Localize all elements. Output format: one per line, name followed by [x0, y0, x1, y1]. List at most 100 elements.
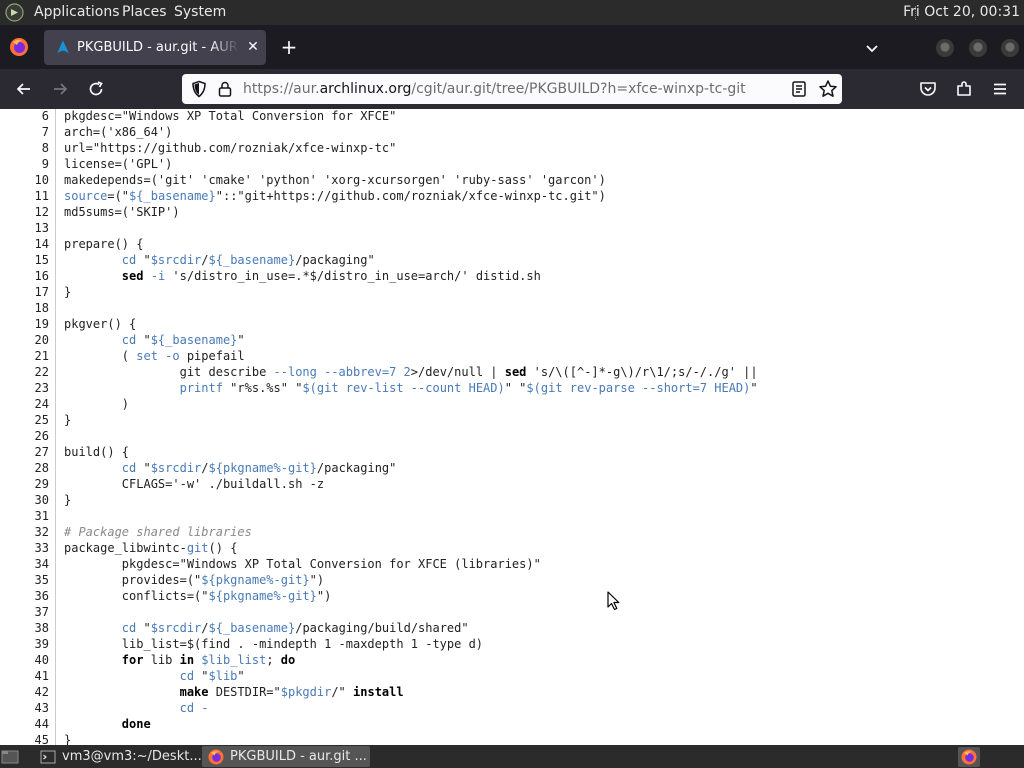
applications-menu[interactable]: Applications: [34, 4, 120, 21]
line-number[interactable]: 12: [0, 204, 49, 220]
line-number[interactable]: 27: [0, 444, 49, 460]
close-tab-icon[interactable]: ✕: [244, 38, 262, 56]
code-line: 35 provides=("${pkgname%-git}"): [0, 572, 1024, 588]
url-bar[interactable]: https://aur.archlinux.org/cgit/aur.git/t…: [182, 74, 842, 104]
line-number[interactable]: 39: [0, 636, 49, 652]
back-arrow-icon[interactable]: [14, 79, 34, 99]
line-number[interactable]: 32: [0, 524, 49, 540]
show-desktop-icon[interactable]: [1, 748, 19, 765]
line-number[interactable]: 40: [0, 652, 49, 668]
code-line: 29 CFLAGS='-w' ./buildall.sh -z: [0, 476, 1024, 492]
line-number[interactable]: 45: [0, 732, 49, 745]
line-number[interactable]: 14: [0, 236, 49, 252]
line-number[interactable]: 6: [0, 109, 49, 124]
navigation-toolbar: https://aur.archlinux.org/cgit/aur.git/t…: [0, 69, 1024, 109]
line-number[interactable]: 37: [0, 604, 49, 620]
code-text: ): [64, 397, 130, 411]
code-line: 44 done: [0, 716, 1024, 732]
line-number[interactable]: 15: [0, 252, 49, 268]
code-text: license=('GPL'): [64, 157, 173, 171]
line-number[interactable]: 10: [0, 172, 49, 188]
places-menu[interactable]: Places: [122, 4, 167, 21]
minimize-window-icon[interactable]: [936, 39, 954, 57]
pocket-icon[interactable]: [918, 79, 938, 99]
code-text: prepare() {: [64, 237, 144, 251]
code-line: 33 package_libwintc-git() {: [0, 540, 1024, 556]
code-text: cd "$srcdir/${_basename}/packaging/build…: [121, 621, 469, 635]
firefox-view-icon[interactable]: [9, 37, 29, 57]
line-number[interactable]: 34: [0, 556, 49, 572]
terminal-icon: [40, 750, 56, 764]
taskbar-item-firefox[interactable]: PKGBUILD - aur.git ...: [202, 746, 370, 767]
line-number[interactable]: 9: [0, 156, 49, 172]
taskbar-item-terminal[interactable]: vm3@vm3:~/Deskt...: [34, 746, 202, 767]
new-tab-icon[interactable]: +: [278, 37, 300, 59]
code-text: pkgver() {: [64, 317, 137, 331]
code-line: 36 conflicts=("${pkgname%-git}"): [0, 588, 1024, 604]
gnome-foot-icon[interactable]: [5, 3, 24, 22]
tab-pkgbuild[interactable]: PKGBUILD - aur.git - AUR Package Reposit…: [44, 30, 266, 65]
code-line: 16 sed -i 's/distro_in_use=.*$/distro_in…: [0, 268, 1024, 284]
line-number[interactable]: 29: [0, 476, 49, 492]
line-number[interactable]: 22: [0, 364, 49, 380]
line-number[interactable]: 42: [0, 684, 49, 700]
line-number[interactable]: 11: [0, 188, 49, 204]
line-number[interactable]: 24: [0, 396, 49, 412]
line-number[interactable]: 21: [0, 348, 49, 364]
code-line: 37: [0, 604, 1024, 620]
line-number[interactable]: 28: [0, 460, 49, 476]
forward-arrow-icon[interactable]: [50, 79, 70, 99]
system-menu[interactable]: System: [174, 4, 226, 21]
line-number[interactable]: 8: [0, 140, 49, 156]
line-number[interactable]: 41: [0, 668, 49, 684]
line-number[interactable]: 38: [0, 620, 49, 636]
code-line: 11 source=("${_basename}"::"git+https://g…: [0, 188, 1024, 204]
line-number[interactable]: 33: [0, 540, 49, 556]
line-number[interactable]: 19: [0, 316, 49, 332]
code-line: 34 pkgdesc="Windows XP Total Conversion …: [0, 556, 1024, 572]
close-window-icon[interactable]: [1001, 39, 1019, 57]
clock[interactable]: Fri Oct 20, 00:31: [903, 4, 1020, 21]
mouse-pointer-icon: [607, 591, 620, 611]
tracking-shield-icon[interactable]: [190, 80, 208, 98]
line-number[interactable]: 17: [0, 284, 49, 300]
code-line: 30}: [0, 492, 1024, 508]
line-number[interactable]: 35: [0, 572, 49, 588]
code-listing: 6 pkgdesc="Windows XP Total Conversion fo…: [0, 109, 1024, 745]
bookmark-star-icon[interactable]: [818, 79, 838, 99]
code-text: sed -i 's/distro_in_use=.*$/distro_in_us…: [121, 269, 541, 283]
code-text: provides=("${pkgname%-git}"): [64, 573, 325, 587]
bottom-taskbar: vm3@vm3:~/Deskt... PKGBUILD - aur.git ..…: [0, 745, 1024, 768]
line-number[interactable]: 30: [0, 492, 49, 508]
url-text[interactable]: https://aur.archlinux.org/cgit/aur.git/t…: [243, 80, 746, 98]
reader-view-icon[interactable]: [790, 80, 808, 98]
code-line: 41 cd "$lib": [0, 668, 1024, 684]
line-number[interactable]: 7: [0, 124, 49, 140]
code-line: 19 pkgver() {: [0, 316, 1024, 332]
line-number[interactable]: 16: [0, 268, 49, 284]
code-line: 8 url="https://github.com/rozniak/xfce-wi…: [0, 140, 1024, 156]
top-panel: Applications Places System Fri Oct 20, 0…: [0, 0, 1024, 25]
line-number[interactable]: 25: [0, 412, 49, 428]
line-number[interactable]: 43: [0, 700, 49, 716]
line-number[interactable]: 23: [0, 380, 49, 396]
code-text: conflicts=("${pkgname%-git}"): [64, 589, 332, 603]
reload-icon[interactable]: [86, 79, 106, 99]
line-number[interactable]: 44: [0, 716, 49, 732]
code-text: for lib in $lib_list; do: [121, 653, 296, 667]
code-text: pkgdesc="Windows XP Total Conversion for…: [64, 557, 541, 571]
extensions-icon[interactable]: [954, 79, 974, 99]
code-line: 23 printf "r%s.%s" "$(git rev-list --cou…: [0, 380, 1024, 396]
line-number[interactable]: 18: [0, 300, 49, 316]
code-line: 31: [0, 508, 1024, 524]
line-number[interactable]: 13: [0, 220, 49, 236]
maximize-window-icon[interactable]: [969, 39, 987, 57]
chevron-down-icon[interactable]: [862, 38, 882, 58]
tray-firefox[interactable]: [958, 747, 980, 767]
line-number[interactable]: 20: [0, 332, 49, 348]
lock-icon[interactable]: [216, 80, 234, 98]
line-number[interactable]: 31: [0, 508, 49, 524]
line-number[interactable]: 36: [0, 588, 49, 604]
hamburger-menu-icon[interactable]: [990, 79, 1010, 99]
line-number[interactable]: 26: [0, 428, 49, 444]
